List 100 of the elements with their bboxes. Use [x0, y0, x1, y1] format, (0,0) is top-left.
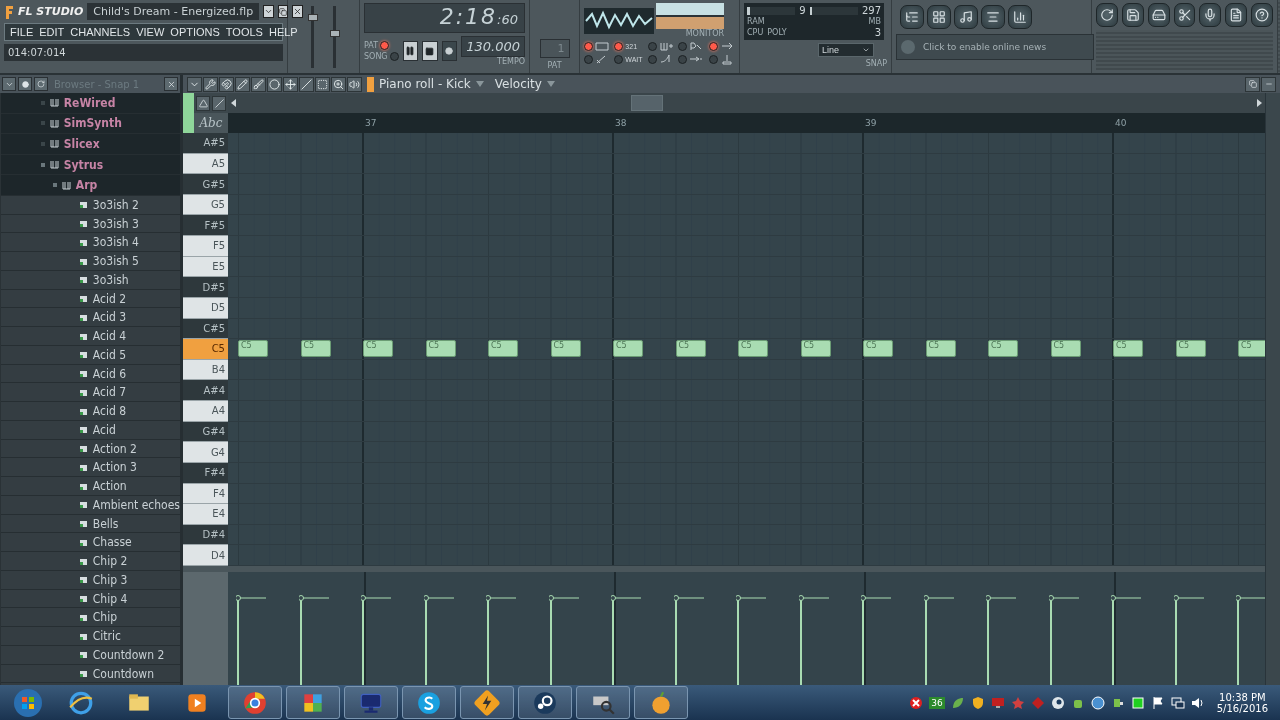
note[interactable]: C5 — [800, 340, 831, 358]
menu-item[interactable]: HELP — [265, 25, 301, 39]
piano-key[interactable]: F5 — [183, 236, 228, 257]
menu-item[interactable]: VIEW — [133, 25, 168, 39]
browser-item-label: Acid 6 — [92, 366, 127, 381]
piano-key[interactable]: G#5 — [183, 174, 228, 195]
piano-key[interactable]: E5 — [183, 256, 228, 278]
piano-key[interactable]: G#4 — [183, 421, 228, 443]
time-display: 2:18:60 — [364, 3, 525, 33]
hint-bar: 014:07:014 — [4, 44, 283, 61]
browser-item-label: Chip 2 — [92, 554, 128, 569]
piano-key[interactable]: G4 — [183, 442, 228, 463]
browser-item[interactable]: Acid 7 — [0, 383, 180, 403]
browser-item-label: ReWired — [63, 95, 116, 110]
menu-item[interactable]: CHANNELS — [67, 25, 134, 39]
piano-key[interactable]: A4 — [183, 401, 228, 422]
menu-item[interactable]: EDIT — [36, 25, 68, 39]
piano-key[interactable]: C5 — [183, 339, 228, 360]
note[interactable]: C5 — [675, 340, 706, 358]
piano-key[interactable]: A#5 — [183, 133, 228, 154]
note[interactable]: C5 — [1113, 340, 1143, 358]
note[interactable]: C5 — [613, 340, 643, 358]
snap-label: SNAP — [865, 59, 887, 68]
browser-item-label: Slicex — [63, 137, 100, 151]
piano-key[interactable]: B4 — [183, 359, 228, 381]
note[interactable]: C5 — [550, 340, 581, 358]
note[interactable]: C5 — [988, 340, 1018, 358]
browser-item-label: Acid 7 — [92, 385, 127, 400]
browser-item-label: SimSynth — [63, 116, 122, 131]
browser-item[interactable]: Action 3 — [0, 458, 180, 478]
piano-key[interactable]: G5 — [183, 194, 228, 216]
bar-number: 38 — [615, 118, 627, 128]
browser-item-label: Chip — [92, 610, 118, 625]
pattern-label: PAT — [547, 61, 562, 70]
mb-label: MB — [868, 17, 881, 26]
news-bar[interactable]: Click to enable online news — [896, 34, 1094, 60]
browser-item[interactable]: Chip — [0, 608, 180, 628]
browser-item[interactable]: Citric — [0, 627, 180, 646]
menu-item[interactable]: TOOLS — [222, 25, 266, 39]
poly-label: POLY — [767, 28, 787, 37]
browser-item[interactable]: Slicex — [0, 134, 180, 155]
note[interactable]: C5 — [925, 340, 956, 358]
app-logo: FL STUDIO — [18, 5, 84, 18]
note[interactable]: C5 — [425, 340, 456, 358]
browser-item[interactable]: Chip 2 — [0, 552, 180, 571]
browser-item-label: 3o3ish — [92, 272, 129, 287]
news-field[interactable]: Click to enable online news — [921, 41, 1089, 53]
note[interactable]: C5 — [863, 340, 893, 358]
browser-item-label: Acid 5 — [92, 347, 127, 362]
browser-item-label: Action 3 — [92, 460, 137, 475]
note[interactable]: C5 — [738, 340, 768, 358]
menu-item[interactable]: FILE — [7, 25, 37, 39]
browser-item-label: Action — [92, 479, 127, 494]
piano-key[interactable]: E4 — [183, 504, 228, 525]
note[interactable]: C5 — [1238, 340, 1265, 358]
clock[interactable]: 10:38 PM 5/16/2016 — [1210, 691, 1274, 714]
tempo-display[interactable]: 130.000 — [461, 36, 525, 57]
browser-item-label: Acid 2 — [92, 291, 127, 306]
browser-item[interactable]: ReWired — [0, 93, 180, 114]
browser-item[interactable]: 3o3ish 5 — [0, 252, 180, 271]
browser-item[interactable]: 3o3ish 4 — [0, 233, 180, 253]
clock-time: 10:38 PM — [1219, 691, 1266, 703]
piano-key[interactable]: F#4 — [183, 462, 228, 484]
note[interactable]: C5 — [363, 340, 393, 358]
piano-key[interactable]: A5 — [183, 153, 228, 175]
menu-item[interactable]: OPTIONS — [167, 25, 223, 39]
snap-dropdown[interactable]: Line — [818, 43, 874, 57]
timeline-ruler[interactable]: 37 38 39 40 — [228, 113, 1265, 133]
view-selector[interactable]: Velocity — [494, 77, 542, 91]
piano-key[interactable]: F4 — [183, 483, 228, 505]
poly-value: 3 — [874, 27, 881, 38]
piano-key[interactable]: A#4 — [183, 380, 228, 402]
window-title: Child's Dream - Energized.flp — [87, 3, 260, 20]
piano-key[interactable]: D#4 — [183, 524, 228, 546]
note[interactable]: C5 — [300, 340, 331, 358]
note[interactable]: C5 — [1175, 340, 1206, 358]
browser-item[interactable]: Action — [0, 477, 180, 496]
browser-item[interactable]: Chasse — [0, 533, 180, 553]
piano-key[interactable]: C#5 — [183, 318, 228, 340]
mode-label: SONG — [364, 52, 388, 61]
label-tool[interactable]: Abc — [194, 113, 228, 133]
browser-item[interactable]: Arp — [0, 175, 180, 196]
cpu-label: CPU — [747, 28, 764, 37]
browser-item[interactable]: Acid 3 — [0, 308, 180, 328]
piano-key[interactable]: D5 — [183, 297, 228, 319]
piano-key[interactable]: D#5 — [183, 277, 228, 298]
bar-number: 37 — [365, 118, 377, 128]
note-lane[interactable]: C5 C5 C5 C5 C5 C5 C5 C5 C5 C5 C5 C5 C5 C5 C5 C5 C5 — [228, 339, 1265, 360]
bar-number: 39 — [865, 118, 877, 128]
note[interactable]: C5 — [238, 340, 268, 358]
piano-key[interactable]: F#5 — [183, 215, 228, 237]
piano-key[interactable]: D4 — [183, 545, 228, 566]
tray-badge[interactable]: 36 — [929, 696, 945, 709]
monitor-label: MONITOR — [685, 29, 724, 38]
browser-item[interactable]: Acid 8 — [0, 402, 180, 421]
browser-item-label: Countdown 2 — [92, 647, 165, 662]
note[interactable]: C5 — [1050, 340, 1081, 358]
browser-item[interactable]: Acid 4 — [0, 327, 180, 346]
note[interactable]: C5 — [488, 340, 518, 358]
browser-item-label: Sytrus — [63, 157, 104, 172]
